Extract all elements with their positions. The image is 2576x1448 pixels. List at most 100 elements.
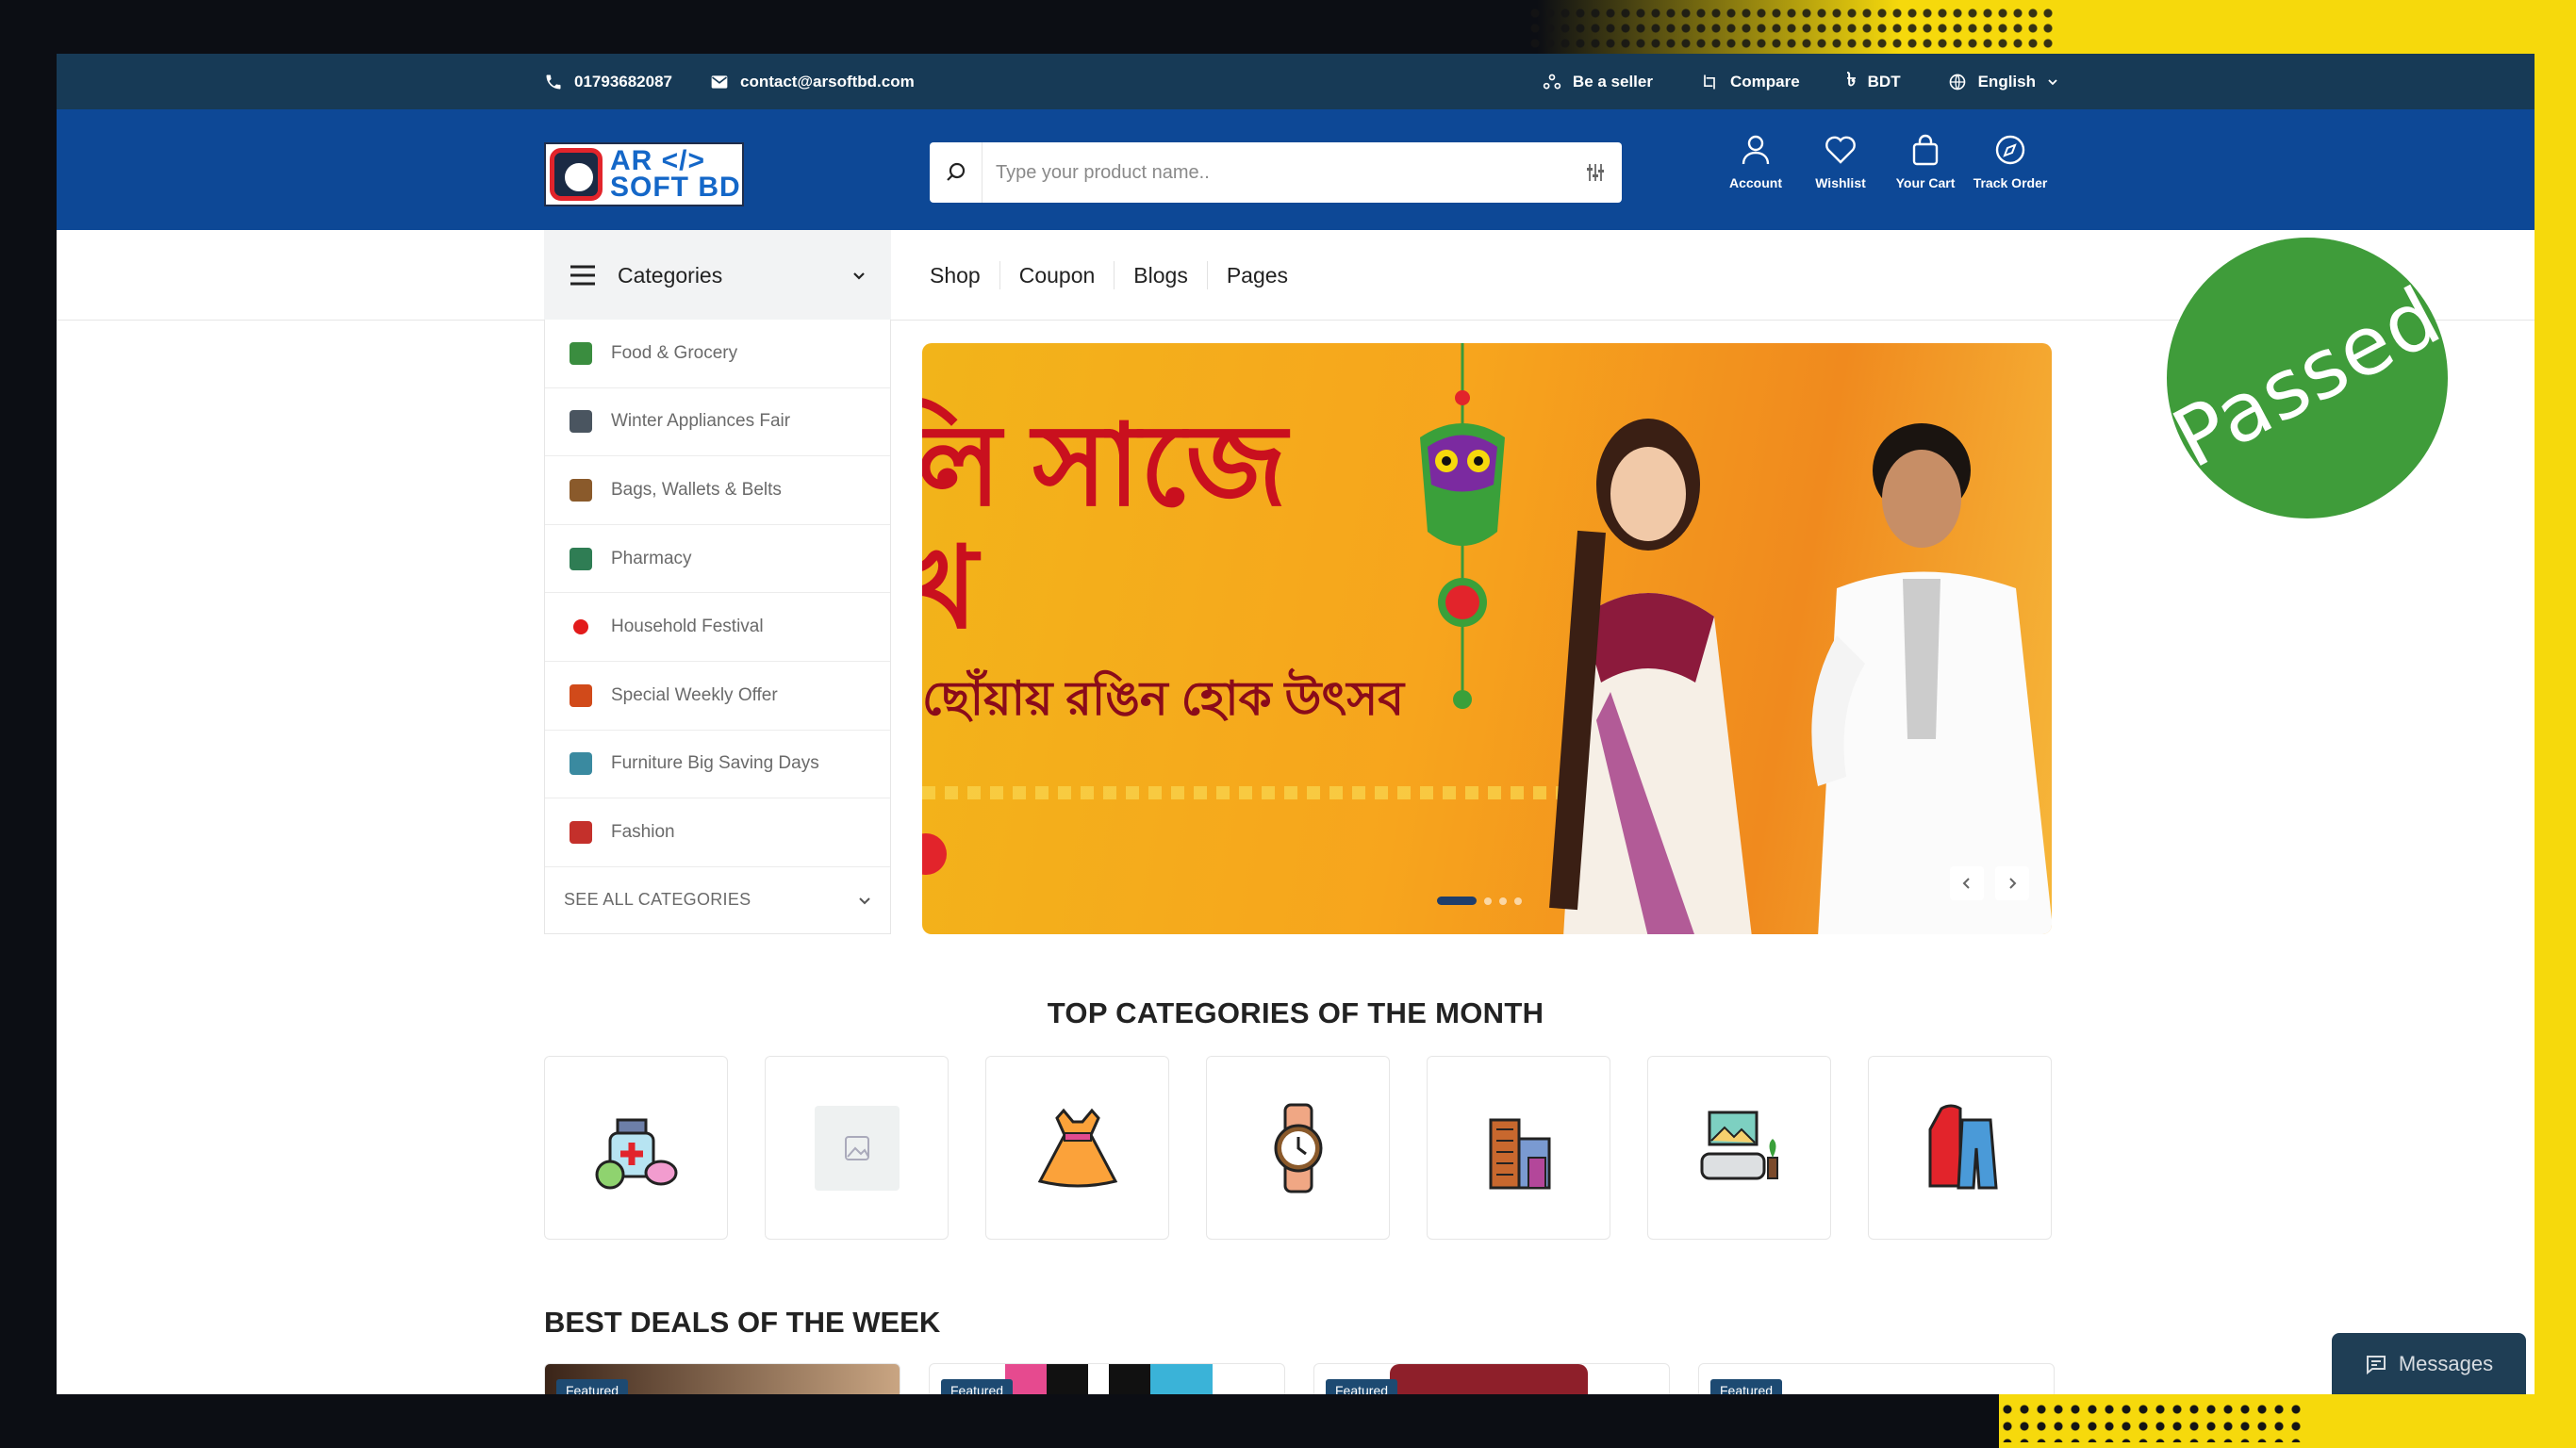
sidebar-item-fashion[interactable]: Fashion — [545, 798, 890, 867]
site-logo[interactable]: AR </> SOFT BD — [544, 142, 744, 206]
kids-dress-icon — [1037, 1108, 1117, 1187]
menu-coupon[interactable]: Coupon — [999, 261, 1115, 289]
best-deals-list: Featured Featured Featured Featured — [544, 1363, 2055, 1394]
best-deals-title: BEST DEALS OF THE WEEK — [544, 1306, 941, 1339]
compare-link[interactable]: Compare — [1700, 73, 1800, 91]
wishlist-button[interactable]: Wishlist — [1810, 134, 1871, 190]
man-model-image — [1811, 423, 2052, 934]
chevron-right-icon — [2009, 878, 2017, 889]
carousel-dot[interactable] — [1499, 897, 1507, 905]
watch-icon — [1274, 1103, 1322, 1193]
sidebar-item-winter-appliances[interactable]: Winter Appliances Fair — [545, 388, 890, 457]
sidebar-item-label: Food & Grocery — [611, 342, 738, 363]
sidebar-item-label: Fashion — [611, 821, 675, 842]
deal-card[interactable]: Featured — [1313, 1363, 1670, 1394]
grocery-icon — [570, 341, 592, 365]
sidebar-item-pharmacy[interactable]: Pharmacy — [545, 525, 890, 594]
category-card[interactable] — [1427, 1056, 1610, 1240]
banner-headline: লি সাজে — [922, 403, 1287, 529]
search-button[interactable] — [930, 142, 983, 203]
currency-selector[interactable]: ৳ BDT — [1847, 66, 1901, 97]
deal-product-image — [1005, 1364, 1213, 1394]
banner-headline-2: খ — [922, 525, 978, 651]
banner-red-dot — [922, 833, 947, 875]
clothing-icon — [1928, 1104, 1998, 1189]
featured-badge: Featured — [1710, 1379, 1783, 1394]
image-placeholder-icon — [814, 1105, 900, 1191]
sidebar-item-special-weekly-offer[interactable]: Special Weekly Offer — [545, 662, 890, 731]
passed-stamp: Passed — [2158, 238, 2456, 518]
sidebar-item-household-festival[interactable]: Household Festival — [545, 593, 890, 662]
sidebar-item-label: Bags, Wallets & Belts — [611, 479, 782, 500]
sidebar-item-furniture[interactable]: Furniture Big Saving Days — [545, 731, 890, 799]
carousel-dot[interactable] — [1514, 897, 1522, 905]
menu-pages[interactable]: Pages — [1206, 261, 1307, 289]
sidebar-item-label: Pharmacy — [611, 548, 692, 568]
categories-toggle[interactable]: Categories — [544, 230, 891, 321]
hero-banner[interactable]: লি সাজে খ ছোঁয়ায় রঙিন হোক উৎসব — [922, 343, 2052, 934]
cart-button[interactable]: Your Cart — [1895, 134, 1956, 190]
main-menu: Shop Coupon Blogs Pages — [930, 230, 1307, 321]
deal-card[interactable]: Featured — [544, 1363, 900, 1394]
deal-card[interactable]: Featured — [1698, 1363, 2055, 1394]
messages-widget[interactable]: Messages — [2332, 1333, 2526, 1394]
menu-shop[interactable]: Shop — [930, 261, 999, 289]
sidebar-item-label: Special Weekly Offer — [611, 684, 778, 705]
category-card[interactable] — [985, 1056, 1169, 1240]
sidebar-item-label: Household Festival — [611, 617, 764, 637]
deal-card[interactable]: Featured — [929, 1363, 1285, 1394]
see-all-label: SEE ALL CATEGORIES — [564, 890, 751, 910]
wishlist-label: Wishlist — [1815, 175, 1866, 190]
decor-dots-bottom — [1999, 1401, 2301, 1442]
search-bar — [930, 142, 1622, 203]
messages-label: Messages — [2398, 1351, 2494, 1375]
taka-icon: ৳ — [1846, 70, 1857, 90]
cart-label: Your Cart — [1895, 175, 1956, 190]
carousel-dot[interactable] — [1437, 897, 1477, 905]
category-card[interactable] — [544, 1056, 728, 1240]
main-header: AR </> SOFT BD Account Wishlist — [57, 109, 2535, 230]
be-seller-label: Be a seller — [1572, 72, 1653, 90]
carousel-dot[interactable] — [1484, 897, 1492, 905]
search-input[interactable] — [983, 144, 1569, 201]
be-seller-link[interactable]: Be a seller — [1543, 73, 1653, 91]
phone-link[interactable]: 01793682087 — [544, 73, 672, 91]
email-address: contact@arsoftbd.com — [740, 72, 915, 90]
decor-dots-top — [1527, 6, 2056, 49]
carousel-next-button[interactable] — [1995, 866, 2029, 900]
category-card[interactable] — [1206, 1056, 1390, 1240]
pharmacy-icon — [595, 1118, 677, 1189]
track-order-button[interactable]: Track Order — [1973, 134, 2047, 190]
sidebar-item-label: Winter Appliances Fair — [611, 411, 791, 432]
sidebar-item-label: Furniture Big Saving Days — [611, 753, 819, 774]
email-link[interactable]: contact@arsoftbd.com — [710, 73, 915, 91]
account-button[interactable]: Account — [1726, 134, 1786, 190]
featured-badge: Featured — [941, 1379, 1014, 1394]
category-card[interactable] — [1868, 1056, 2052, 1240]
sidebar-item-food-grocery[interactable]: Food & Grocery — [545, 320, 890, 388]
top-bar: 01793682087 contact@arsoftbd.com Be a se… — [57, 54, 2535, 109]
chevron-down-icon — [859, 897, 870, 905]
heart-icon — [1825, 136, 1856, 164]
sidebar-item-bags-wallets[interactable]: Bags, Wallets & Belts — [545, 456, 890, 525]
passed-stamp-text: Passed — [2158, 269, 2456, 487]
category-card[interactable] — [1647, 1056, 1831, 1240]
globe-icon — [1949, 74, 1965, 90]
language-selector[interactable]: English — [1948, 73, 2058, 91]
gift-icon — [570, 683, 592, 707]
filter-button[interactable] — [1569, 142, 1622, 203]
owl-ornament-icon — [1420, 343, 1505, 709]
category-card[interactable] — [765, 1056, 949, 1240]
appliance-icon — [570, 410, 592, 434]
top-categories-list — [544, 1056, 2052, 1240]
sliders-icon — [1587, 164, 1604, 181]
see-all-categories[interactable]: SEE ALL CATEGORIES — [545, 867, 890, 933]
search-icon — [946, 162, 965, 181]
carousel-dots — [1437, 897, 1522, 905]
compass-icon — [1995, 135, 2025, 165]
compare-icon — [1704, 74, 1715, 89]
user-icon — [1742, 135, 1770, 165]
phone-icon — [546, 74, 561, 89]
carousel-prev-button[interactable] — [1950, 866, 1984, 900]
menu-blogs[interactable]: Blogs — [1114, 261, 1207, 289]
